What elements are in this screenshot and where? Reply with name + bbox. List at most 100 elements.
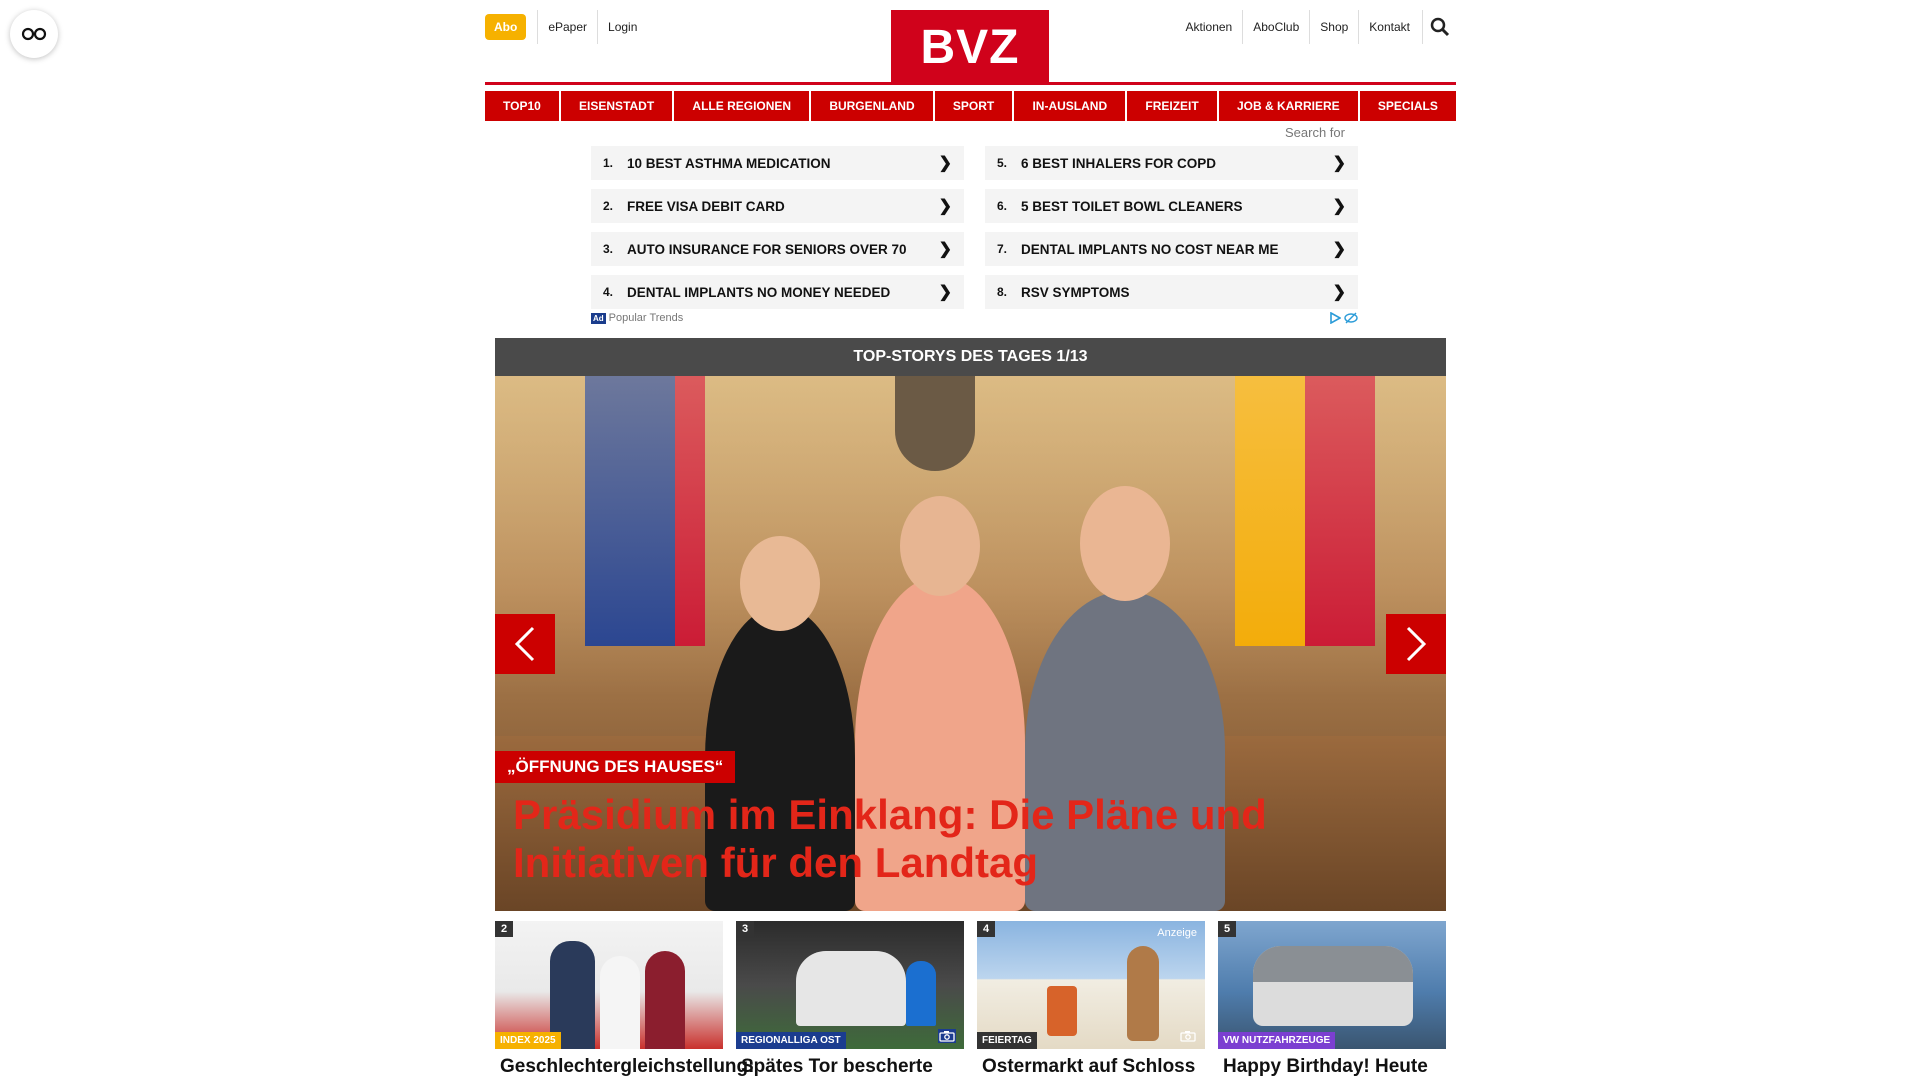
story-number: 4 bbox=[977, 921, 996, 937]
ad-item-number: 5. bbox=[997, 156, 1008, 170]
nav-item-alle-regionen[interactable]: ALLE REGIONEN bbox=[674, 91, 810, 121]
story-title[interactable]: Ostermarkt auf Schloss Hof bbox=[977, 1056, 1205, 1080]
nav-item-top10[interactable]: TOP10 bbox=[485, 91, 559, 121]
story-image[interactable]: 2 INDEX 2025 bbox=[495, 921, 723, 1049]
slide-headline[interactable]: Präsidium im Einklang: Die Pläne und Ini… bbox=[513, 791, 1333, 887]
slide-image[interactable]: „ÖFFNUNG DES HAUSES“ Präsidium im Einkla… bbox=[495, 376, 1446, 911]
chevron-right-icon: ❯ bbox=[1332, 155, 1346, 172]
slide-kicker: „ÖFFNUNG DES HAUSES“ bbox=[495, 751, 736, 783]
ad-item-text: 5 BEST TOILET BOWL CLEANERS bbox=[1021, 198, 1243, 214]
bunny bbox=[1127, 946, 1159, 1041]
face-right bbox=[1080, 486, 1170, 601]
ad-item-number: 4. bbox=[603, 285, 614, 299]
ad-item-number: 3. bbox=[603, 242, 614, 256]
story-title[interactable]: Happy Birthday! Heute wird 75 Jahre Bull… bbox=[1218, 1056, 1446, 1080]
logo-text: BVZ bbox=[920, 20, 1020, 74]
nav-item-eisenstadt[interactable]: EISENSTADT bbox=[561, 91, 673, 121]
chevron-right-icon: ❯ bbox=[938, 241, 952, 258]
ad-item[interactable]: 3. AUTO INSURANCE FOR SENIORS OVER 70 ❯ bbox=[591, 232, 964, 266]
ad-item[interactable]: 1. 10 BEST ASTHMA MEDICATION ❯ bbox=[591, 146, 964, 180]
ad-footer-label[interactable]: Popular Trends bbox=[609, 312, 684, 324]
ad-item-number: 7. bbox=[997, 242, 1008, 256]
advertisement-label: Anzeige bbox=[1157, 927, 1197, 939]
top-stories-slider: TOP-STORYS DES TAGES 1/13 „ÖFFNUNG DES H… bbox=[495, 338, 1446, 911]
ad-footer: Ad Popular Trends bbox=[591, 312, 1358, 324]
ad-item-number: 8. bbox=[997, 285, 1008, 299]
story-title[interactable]: Geschlechtergleichstellung: Wo das Burge… bbox=[495, 1056, 754, 1080]
story-title[interactable]: Spätes Tor bescherte Neusiedl im Marchfe… bbox=[736, 1056, 964, 1080]
shop-link[interactable]: Shop bbox=[1309, 10, 1358, 44]
story-image[interactable]: 3 REGIONALLIGA OST bbox=[736, 921, 964, 1049]
ad-item-text: DENTAL IMPLANTS NO MONEY NEEDED bbox=[627, 284, 891, 300]
ad-choices[interactable] bbox=[1329, 312, 1358, 324]
site-header: Abo ePaper Login BVZ Aktionen AboClub Sh… bbox=[485, 0, 1456, 85]
ad-item[interactable]: 6. 5 BEST TOILET BOWL CLEANERS ❯ bbox=[985, 189, 1358, 223]
story-number: 2 bbox=[495, 921, 514, 937]
story-tag: FEIERTAG bbox=[977, 1032, 1037, 1049]
hide-ad-icon bbox=[1344, 312, 1358, 324]
ad-item[interactable]: 4. DENTAL IMPLANTS NO MONEY NEEDED ❯ bbox=[591, 275, 964, 309]
ad-item-number: 2. bbox=[603, 199, 614, 213]
story-image[interactable]: 5 VW NUTZFAHRZEUGE bbox=[1218, 921, 1446, 1049]
page: Abo ePaper Login BVZ Aktionen AboClub Sh… bbox=[485, 0, 1456, 1080]
search-icon[interactable] bbox=[1422, 10, 1456, 44]
story-cards: 2 INDEX 2025 Geschlechtergleichstellung:… bbox=[495, 921, 1446, 1080]
players bbox=[796, 951, 906, 1026]
camera-icon bbox=[1180, 1031, 1196, 1042]
chevron-right-icon: ❯ bbox=[1332, 284, 1346, 301]
chevron-right-icon: ❯ bbox=[938, 155, 952, 172]
ad-item[interactable]: 8. RSV SYMPTOMS ❯ bbox=[985, 275, 1358, 309]
nav-item-sport[interactable]: SPORT bbox=[934, 91, 1013, 121]
camera-icon bbox=[938, 1029, 956, 1043]
chevron-left-icon bbox=[514, 626, 535, 662]
kontakt-link[interactable]: Kontakt bbox=[1358, 10, 1420, 44]
ad-item[interactable]: 2. FREE VISA DEBIT CARD ❯ bbox=[591, 189, 964, 223]
ad-item-text: 10 BEST ASTHMA MEDICATION bbox=[627, 155, 831, 171]
nav-item-specials[interactable]: SPECIALS bbox=[1359, 91, 1456, 121]
login-link[interactable]: Login bbox=[597, 10, 647, 44]
nav-item-job-karriere[interactable]: JOB & KARRIERE bbox=[1218, 91, 1358, 121]
ad-badge: Ad bbox=[591, 312, 606, 324]
story-tag: INDEX 2025 bbox=[495, 1032, 561, 1049]
ad-search-list: 1. 10 BEST ASTHMA MEDICATION ❯ 5. 6 BEST IN… bbox=[591, 146, 1358, 309]
story-image[interactable]: 4 Anzeige FEIERTAG bbox=[977, 921, 1205, 1049]
aktionen-link[interactable]: Aktionen bbox=[1176, 10, 1243, 44]
face-center bbox=[900, 496, 980, 596]
abo-button[interactable]: Abo bbox=[485, 14, 527, 40]
figure bbox=[645, 951, 685, 1049]
ad-item-text: FREE VISA DEBIT CARD bbox=[627, 198, 785, 214]
chevron-right-icon: ❯ bbox=[938, 284, 952, 301]
story-card[interactable]: 5 VW NUTZFAHRZEUGE Happy Birthday! Heute… bbox=[1218, 921, 1446, 1080]
story-card[interactable]: 3 REGIONALLIGA OST Spätes Tor bescherte … bbox=[736, 921, 964, 1080]
bvz-logo[interactable]: BVZ bbox=[891, 10, 1049, 84]
ad-item-text: 6 BEST INHALERS FOR COPD bbox=[1021, 155, 1217, 171]
story-number: 5 bbox=[1218, 921, 1237, 937]
ad-item-number: 6. bbox=[997, 199, 1008, 213]
figure bbox=[600, 956, 640, 1049]
reader-mode-button[interactable] bbox=[10, 10, 58, 58]
aboclub-link[interactable]: AboClub bbox=[1242, 10, 1309, 44]
ad-item[interactable]: 5. 6 BEST INHALERS FOR COPD ❯ bbox=[985, 146, 1358, 180]
main-navigation: TOP10 EISENSTADT ALLE REGIONEN BURGENLAN… bbox=[485, 91, 1456, 121]
slider-next-button[interactable] bbox=[1386, 614, 1446, 674]
chevron-right-icon bbox=[1406, 626, 1427, 662]
ad-search-label: Search for bbox=[1285, 125, 1345, 140]
story-card[interactable]: 2 INDEX 2025 Geschlechtergleichstellung:… bbox=[495, 921, 754, 1080]
nav-item-burgenland[interactable]: BURGENLAND bbox=[811, 91, 933, 121]
chevron-right-icon: ❯ bbox=[1332, 198, 1346, 215]
nav-item-freizeit[interactable]: FREIZEIT bbox=[1127, 91, 1217, 121]
header-right-links: Aktionen AboClub Shop Kontakt bbox=[1176, 10, 1456, 44]
flower-pot bbox=[1047, 986, 1077, 1036]
glasses-icon bbox=[21, 27, 47, 41]
ad-item-text: DENTAL IMPLANTS NO COST NEAR ME bbox=[1021, 241, 1279, 257]
header-left-links: Abo ePaper Login bbox=[485, 10, 647, 44]
face-left bbox=[740, 536, 820, 631]
ad-item[interactable]: 7. DENTAL IMPLANTS NO COST NEAR ME ❯ bbox=[985, 232, 1358, 266]
vw-bus-roof bbox=[1253, 946, 1413, 982]
story-tag: REGIONALLIGA OST bbox=[736, 1032, 846, 1049]
player-blue bbox=[906, 961, 936, 1026]
story-card[interactable]: 4 Anzeige FEIERTAG Ostermarkt auf Schlos… bbox=[977, 921, 1205, 1080]
nav-item-in-ausland[interactable]: IN-AUSLAND bbox=[1014, 91, 1126, 121]
slider-prev-button[interactable] bbox=[495, 614, 555, 674]
epaper-link[interactable]: ePaper bbox=[537, 10, 597, 44]
